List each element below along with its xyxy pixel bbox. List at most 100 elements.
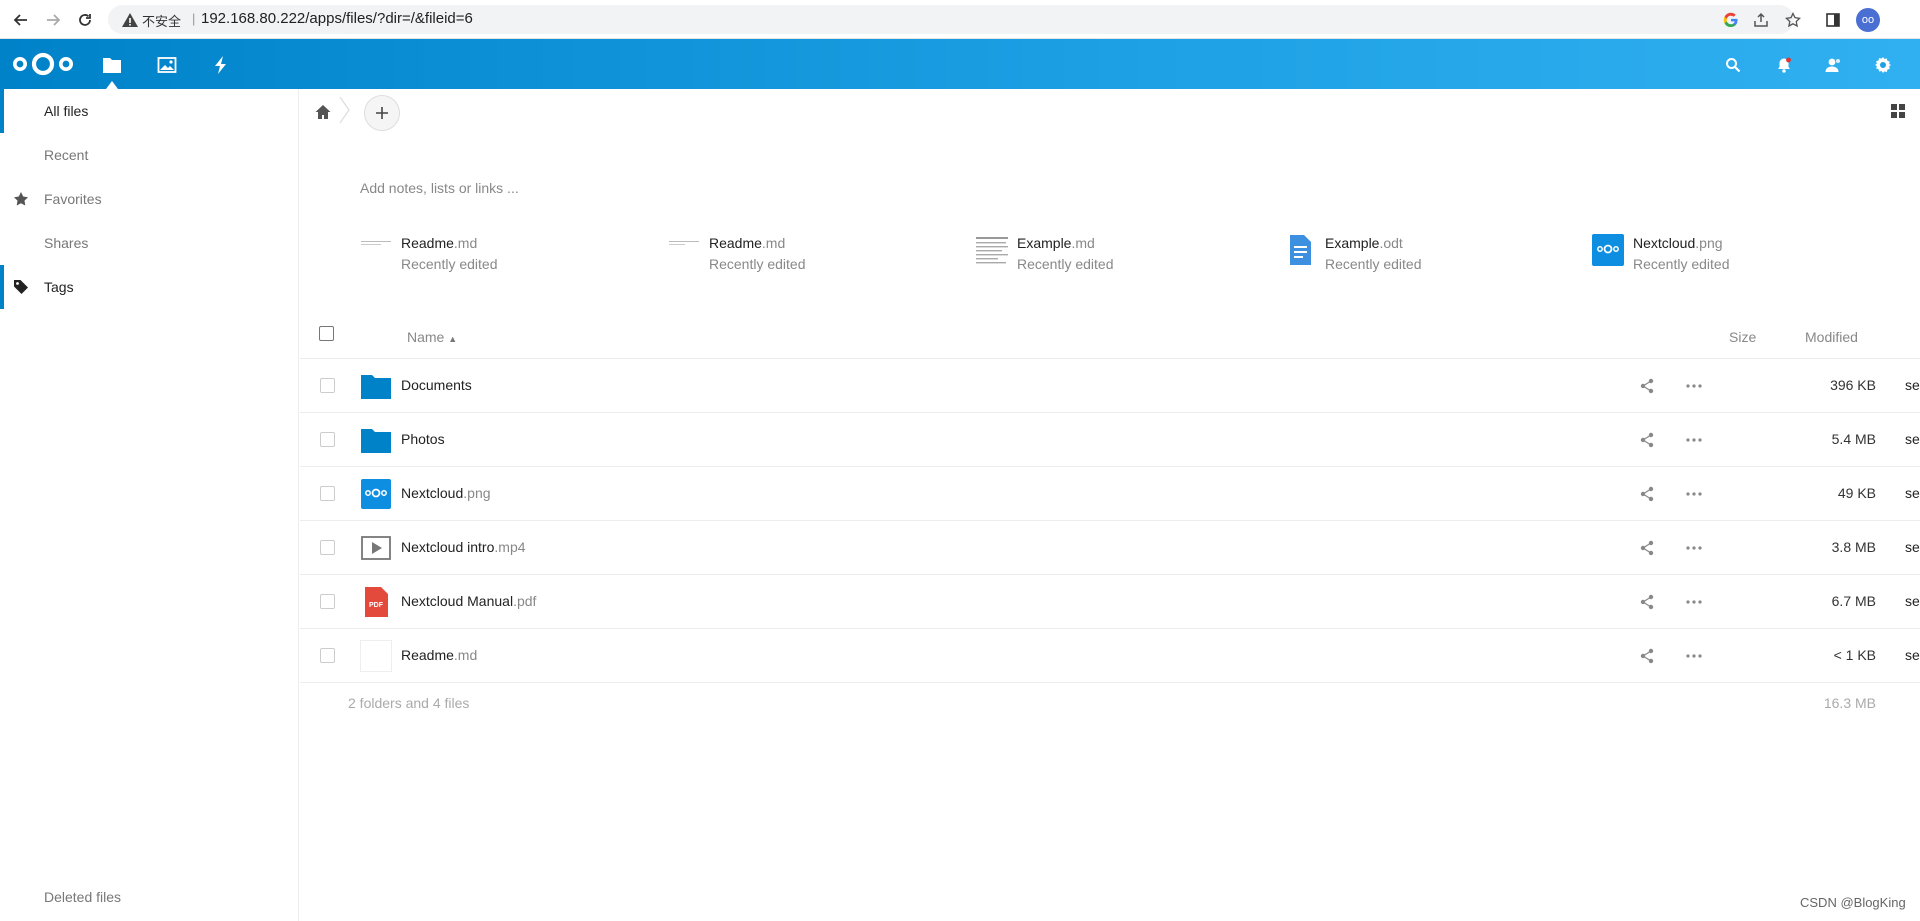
file-name[interactable]: Nextcloud intro.mp4 — [401, 539, 526, 555]
document-thumbnail-icon — [669, 241, 699, 245]
active-app-marker — [106, 81, 118, 89]
sidebar-item-label: Shares — [44, 235, 89, 251]
file-name[interactable]: Photos — [401, 431, 445, 447]
warning-icon — [122, 13, 138, 27]
sidebar-item-recent[interactable]: Recent — [0, 133, 299, 177]
insecure-label: 不安全 — [142, 14, 182, 29]
file-size: < 1 KB — [1833, 647, 1876, 663]
text-document-icon — [1290, 235, 1311, 265]
file-modified: seconds ago — [1905, 431, 1920, 447]
svg-text:PDF: PDF — [369, 602, 384, 609]
file-modified: seconds ago — [1905, 647, 1920, 663]
file-size: 5.4 MB — [1831, 431, 1876, 447]
app-header — [0, 39, 1920, 89]
settings-gear-icon[interactable] — [1870, 52, 1896, 78]
share-icon[interactable] — [1639, 378, 1655, 394]
new-file-button[interactable] — [364, 95, 400, 131]
file-list-header: Name ▲ Size Modified — [300, 315, 1920, 359]
share-icon[interactable] — [1639, 486, 1655, 502]
files-content: Add notes, lists or links ... Readme.md … — [300, 89, 1920, 921]
sidebar-item-label: Recent — [44, 147, 89, 163]
reload-icon[interactable] — [74, 9, 96, 31]
sidebar-item-all-files[interactable]: All files — [0, 89, 299, 133]
pdf-icon: PDF — [365, 587, 388, 617]
share-icon[interactable] — [1639, 594, 1655, 610]
file-modified: seconds ago — [1905, 485, 1920, 501]
folder-icon — [361, 375, 391, 399]
row-checkbox[interactable] — [320, 594, 335, 609]
sidebar-item-shares[interactable]: Shares — [0, 221, 299, 265]
file-name[interactable]: Readme.md — [401, 647, 477, 663]
share-icon[interactable] — [1639, 432, 1655, 448]
table-row[interactable]: Documents 396 KB seconds ago — [300, 359, 1920, 413]
sidebar-item-deleted-files[interactable]: Deleted files — [0, 875, 299, 919]
file-modified: seconds ago — [1905, 539, 1920, 555]
recent-file-card[interactable]: Readme.md Recently edited — [668, 233, 968, 277]
file-count-summary: 2 folders and 4 files — [348, 695, 470, 711]
forward-arrow-icon[interactable] — [42, 9, 64, 31]
file-size: 396 KB — [1830, 377, 1876, 393]
file-name[interactable]: Nextcloud.png — [401, 485, 491, 501]
sidebar-item-label: Tags — [44, 279, 74, 295]
side-panel-icon[interactable] — [1822, 9, 1844, 31]
recent-file-card[interactable]: Readme.md Recently edited — [360, 233, 660, 277]
file-modified: seconds ago — [1905, 377, 1920, 393]
nextcloud-logo-icon[interactable] — [12, 51, 74, 80]
file-name[interactable]: Documents — [401, 377, 472, 393]
file-size: 3.8 MB — [1831, 539, 1876, 555]
folder-icon — [361, 429, 391, 453]
search-icon[interactable] — [1720, 52, 1746, 78]
file-modified: seconds ago — [1905, 593, 1920, 609]
bookmark-star-icon[interactable] — [1782, 9, 1804, 31]
recent-file-card[interactable]: Example.md Recently edited — [976, 233, 1276, 277]
table-row[interactable]: Nextcloud.png 49 KB seconds ago — [300, 467, 1920, 521]
google-icon[interactable] — [1720, 9, 1742, 31]
share-icon[interactable] — [1639, 540, 1655, 556]
activity-app-icon[interactable] — [208, 52, 234, 78]
bell-icon[interactable] — [1771, 52, 1797, 78]
files-app-icon[interactable] — [99, 52, 125, 78]
contacts-icon[interactable] — [1820, 52, 1846, 78]
deleted-files-label: Deleted files — [44, 889, 122, 905]
row-checkbox[interactable] — [320, 432, 335, 447]
grid-view-icon[interactable] — [1890, 103, 1906, 119]
sidebar-item-favorites[interactable]: Favorites — [0, 177, 299, 221]
star-icon — [14, 192, 28, 206]
profile-avatar[interactable]: oo — [1856, 8, 1880, 32]
document-thumbnail-icon — [361, 241, 391, 245]
row-checkbox[interactable] — [320, 378, 335, 393]
share-icon[interactable] — [1639, 648, 1655, 664]
breadcrumb-chevron-icon — [339, 96, 350, 124]
nextcloud-image-icon — [361, 479, 391, 509]
url-text[interactable]: 192.168.80.222/apps/files/?dir=/&fileid=… — [201, 10, 473, 27]
table-row[interactable]: Nextcloud intro.mp4 3.8 MB seconds ago — [300, 521, 1920, 575]
home-icon[interactable] — [314, 103, 332, 121]
video-icon — [361, 536, 391, 560]
address-bar[interactable]: 不安全 | 192.168.80.222/apps/files/?dir=/&f… — [108, 5, 1794, 34]
plus-icon — [376, 107, 388, 119]
share-page-icon[interactable] — [1750, 9, 1772, 31]
rich-workspace-placeholder[interactable]: Add notes, lists or links ... — [360, 180, 519, 196]
sidebar-item-tags[interactable]: Tags — [0, 265, 299, 309]
row-checkbox[interactable] — [320, 648, 335, 663]
document-thumbnail-icon — [976, 237, 1008, 264]
sort-by-modified[interactable]: Modified — [1805, 329, 1858, 345]
total-size: 16.3 MB — [1823, 695, 1876, 711]
select-all-checkbox[interactable] — [319, 326, 334, 341]
back-arrow-icon[interactable] — [10, 9, 32, 31]
file-size: 49 KB — [1837, 485, 1876, 501]
file-name[interactable]: Nextcloud Manual.pdf — [401, 593, 536, 609]
browser-toolbar: 不安全 | 192.168.80.222/apps/files/?dir=/&f… — [0, 0, 1920, 39]
photos-app-icon[interactable] — [154, 52, 180, 78]
watermark-text: CSDN @BlogKing — [1800, 895, 1906, 910]
table-row[interactable]: Photos 5.4 MB seconds ago — [300, 413, 1920, 467]
sort-by-name[interactable]: Name ▲ — [407, 329, 457, 345]
row-checkbox[interactable] — [320, 540, 335, 555]
row-checkbox[interactable] — [320, 486, 335, 501]
recent-file-card[interactable]: Example.odt Recently edited — [1284, 233, 1584, 277]
table-row[interactable]: Readme.md < 1 KB seconds ago — [300, 629, 1920, 683]
recent-file-card[interactable]: Nextcloud.png Recently edited — [1592, 233, 1892, 277]
sort-by-size[interactable]: Size — [1729, 329, 1756, 345]
table-row[interactable]: PDF Nextcloud Manual.pdf 6.7 MB seconds … — [300, 575, 1920, 629]
sidebar: All files Recent Favorites Shares Tags D… — [0, 89, 299, 921]
